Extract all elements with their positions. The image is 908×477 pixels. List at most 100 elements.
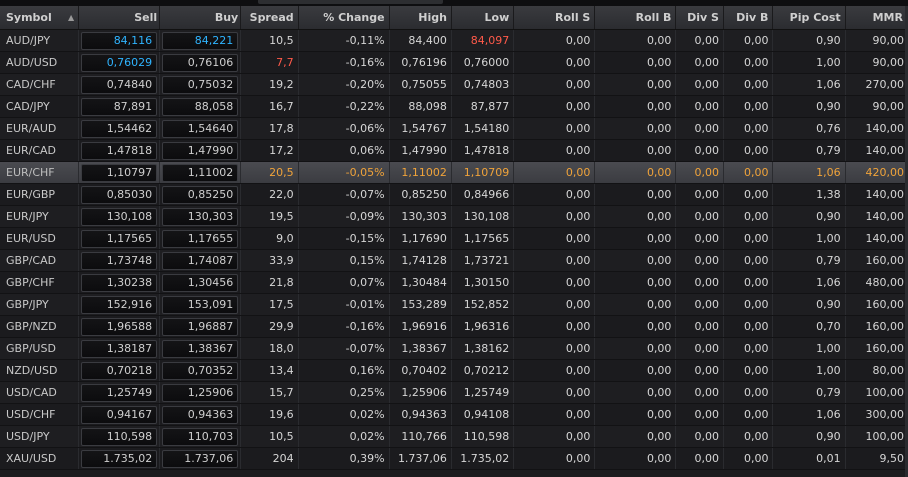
table-row[interactable]: GBP/CAD 1,73748 1,74087 33,9 0,15% 1,74128 1,7… — [0, 250, 908, 272]
roll-b-cell: 0,00 — [595, 250, 677, 271]
active-tab-indicator[interactable] — [258, 0, 443, 4]
table-row[interactable]: XAU/USD 1.735,02 1.737,06 204 0,39% 1.737,06 1… — [0, 448, 908, 470]
table-row[interactable]: GBP/NZD 1,96588 1,96887 29,9 -0,16% 1,96916 1,… — [0, 316, 908, 338]
buy-price-button[interactable]: 1,74087 — [162, 251, 239, 270]
column-header-pip-cost[interactable]: Pip Cost — [773, 6, 846, 29]
sell-price-cell: 1,47818 — [79, 140, 161, 161]
div-s-cell: 0,00 — [676, 382, 724, 403]
table-row[interactable]: GBP/CHF 1,30238 1,30456 21,8 0,07% 1,30484 1,3… — [0, 272, 908, 294]
table-row[interactable]: GBP/JPY 152,916 153,091 17,5 -0,01% 153,289 15… — [0, 294, 908, 316]
buy-price-button[interactable]: 0,76106 — [162, 53, 239, 72]
spread-cell: 7,7 — [241, 52, 299, 73]
buy-price-button[interactable]: 0,75032 — [162, 75, 239, 94]
sell-price-button[interactable]: 1,25749 — [81, 383, 158, 402]
sell-price-button[interactable]: 152,916 — [81, 295, 158, 314]
buy-price-button[interactable]: 84,221 — [162, 31, 239, 50]
sell-price-button[interactable]: 0,76029 — [81, 53, 158, 72]
sell-price-button[interactable]: 87,891 — [81, 97, 158, 116]
table-row[interactable]: EUR/GBP 0,85030 0,85250 22,0 -0,07% 0,85250 0,… — [0, 184, 908, 206]
table-row[interactable]: USD/CAD 1,25749 1,25906 15,7 0,25% 1,25906 1,2… — [0, 382, 908, 404]
low-cell: 1,30150 — [452, 272, 515, 293]
pip-cost-cell: 0,90 — [773, 206, 846, 227]
buy-price-button[interactable]: 0,70352 — [162, 361, 239, 380]
sell-price-button[interactable]: 1,47818 — [81, 141, 158, 160]
column-header-mmr[interactable]: MMR — [846, 6, 908, 29]
table-row[interactable]: EUR/CHF 1,10797 1,11002 20,5 -0,05% 1,11002 1,… — [0, 162, 908, 184]
column-header-buy[interactable]: Buy — [160, 6, 242, 29]
roll-b-cell: 0,00 — [595, 382, 677, 403]
div-b-cell: 0,00 — [724, 360, 774, 381]
buy-price-button[interactable]: 1,54640 — [162, 119, 239, 138]
buy-price-button[interactable]: 1,38367 — [162, 339, 239, 358]
table-row[interactable]: AUD/JPY 84,116 84,221 10,5 -0,11% 84,400 84,09… — [0, 30, 908, 52]
column-header-roll-s[interactable]: Roll S — [514, 6, 596, 29]
buy-price-button[interactable]: 153,091 — [162, 295, 239, 314]
column-header-high[interactable]: High — [390, 6, 452, 29]
pip-cost-cell: 1,00 — [773, 52, 846, 73]
buy-price-button[interactable]: 130,303 — [162, 207, 239, 226]
buy-price-button[interactable]: 1,47990 — [162, 141, 239, 160]
buy-price-button[interactable]: 0,85250 — [162, 185, 239, 204]
column-header-pct-change[interactable]: % Change — [299, 6, 390, 29]
buy-price-button[interactable]: 1,17655 — [162, 229, 239, 248]
table-row[interactable]: EUR/CAD 1,47818 1,47990 17,2 0,06% 1,47990 1,4… — [0, 140, 908, 162]
sell-price-button[interactable]: 1,17565 — [81, 229, 158, 248]
table-row[interactable]: CAD/CHF 0,74840 0,75032 19,2 -0,20% 0,75055 0,… — [0, 74, 908, 96]
sell-price-button[interactable]: 84,116 — [81, 31, 158, 50]
table-row[interactable]: EUR/AUD 1,54462 1,54640 17,8 -0,06% 1,54767 1,… — [0, 118, 908, 140]
quotes-table: Symbol ▲ Sell Buy Spread % Change High L… — [0, 6, 908, 470]
mmr-cell: 140,00 — [865, 210, 904, 223]
buy-price-button[interactable]: 1,96887 — [162, 317, 239, 336]
sell-price-button[interactable]: 130,108 — [81, 207, 158, 226]
buy-price-button[interactable]: 0,94363 — [162, 405, 239, 424]
high-cell: 0,75055 — [390, 74, 452, 95]
column-header-div-b[interactable]: Div B — [724, 6, 774, 29]
sell-price-button[interactable]: 1,10797 — [81, 163, 158, 182]
column-header-symbol[interactable]: Symbol ▲ — [0, 6, 80, 29]
high-cell: 0,70402 — [390, 360, 452, 381]
column-header-roll-b[interactable]: Roll B — [595, 6, 677, 29]
table-row[interactable]: USD/JPY 110,598 110,703 10,5 0,02% 110,766 110… — [0, 426, 908, 448]
table-row[interactable]: CAD/JPY 87,891 88,058 16,7 -0,22% 88,098 87,87… — [0, 96, 908, 118]
pip-cost-cell: 1,06 — [773, 74, 846, 95]
pip-cost-cell: 0,79 — [773, 250, 846, 271]
column-header-spread[interactable]: Spread — [241, 6, 299, 29]
pct-change-cell: -0,07% — [299, 338, 390, 359]
table-row[interactable]: AUD/USD 0,76029 0,76106 7,7 -0,16% 0,76196 0,7… — [0, 52, 908, 74]
roll-s-cell: 0,00 — [514, 206, 596, 227]
table-row[interactable]: EUR/USD 1,17565 1,17655 9,0 -0,15% 1,17690 1,1… — [0, 228, 908, 250]
buy-price-button[interactable]: 1,25906 — [162, 383, 239, 402]
buy-price-button[interactable]: 88,058 — [162, 97, 239, 116]
column-header-low[interactable]: Low — [452, 6, 515, 29]
table-row[interactable]: EUR/JPY 130,108 130,303 19,5 -0,09% 130,303 13… — [0, 206, 908, 228]
sell-price-button[interactable]: 1,96588 — [81, 317, 158, 336]
table-row[interactable]: NZD/USD 0,70218 0,70352 13,4 0,16% 0,70402 0,7… — [0, 360, 908, 382]
buy-price-button[interactable]: 1,30456 — [162, 273, 239, 292]
high-cell: 153,289 — [390, 294, 452, 315]
sell-price-button[interactable]: 0,94167 — [81, 405, 158, 424]
sell-price-button[interactable]: 1.735,02 — [81, 449, 158, 468]
table-row[interactable]: USD/CHF 0,94167 0,94363 19,6 0,02% 0,94363 0,9… — [0, 404, 908, 426]
sell-price-button[interactable]: 1,54462 — [81, 119, 158, 138]
buy-price-button[interactable]: 1.737,06 — [162, 449, 239, 468]
high-cell: 1,47990 — [390, 140, 452, 161]
sell-price-button[interactable]: 0,70218 — [81, 361, 158, 380]
sell-price-button[interactable]: 1,38187 — [81, 339, 158, 358]
sell-price-button[interactable]: 0,85030 — [81, 185, 158, 204]
sell-price-button[interactable]: 110,598 — [81, 427, 158, 446]
sell-price-cell: 0,70218 — [79, 360, 161, 381]
low-cell: 0,84966 — [452, 184, 515, 205]
sort-ascending-icon[interactable]: ▲ — [68, 13, 74, 22]
table-row[interactable]: GBP/USD 1,38187 1,38367 18,0 -0,07% 1,38367 1,… — [0, 338, 908, 360]
sell-price-button[interactable]: 1,73748 — [81, 251, 158, 270]
column-header-sell[interactable]: Sell — [79, 6, 161, 29]
column-header-div-s[interactable]: Div S — [676, 6, 724, 29]
sell-price-button[interactable]: 1,30238 — [81, 273, 158, 292]
sell-price-button[interactable]: 0,74840 — [81, 75, 158, 94]
pct-change-cell: 0,39% — [299, 448, 390, 469]
symbol-cell: EUR/CAD — [0, 140, 80, 161]
buy-price-button[interactable]: 110,703 — [162, 427, 239, 446]
mmr-cell: 140,00 — [865, 122, 904, 135]
buy-price-button[interactable]: 1,11002 — [162, 163, 239, 182]
pct-change-cell: 0,02% — [299, 426, 390, 447]
